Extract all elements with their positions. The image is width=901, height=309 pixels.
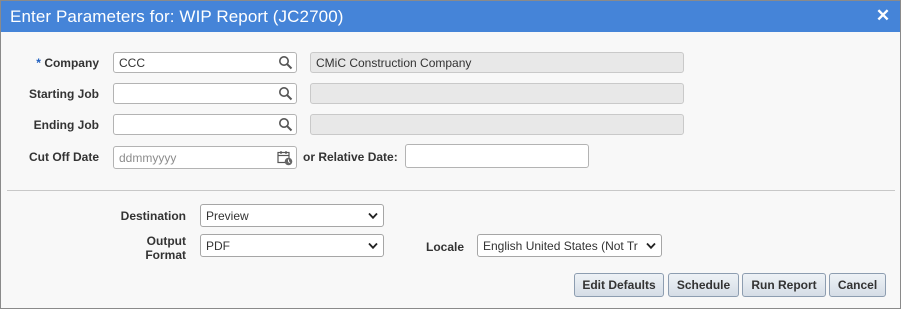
relative-date-label: or Relative Date:: [303, 150, 398, 164]
section-divider: [7, 190, 895, 191]
dialog-title: Enter Parameters for: WIP Report (JC2700…: [10, 7, 344, 26]
output-format-label: Output Format: [101, 234, 186, 262]
destination-select[interactable]: Preview: [200, 204, 384, 227]
chevron-down-icon: [368, 242, 378, 250]
company-label-text: Company: [44, 56, 99, 70]
chevron-down-icon: [368, 212, 378, 220]
parameters-dialog: Enter Parameters for: WIP Report (JC2700…: [0, 0, 901, 309]
company-description-text: CMiC Construction Company: [316, 56, 472, 70]
output-format-label-line1: Output: [146, 234, 186, 248]
company-value: CCC: [119, 56, 145, 70]
ending-job-input[interactable]: [113, 114, 297, 135]
company-description: CMiC Construction Company: [310, 52, 684, 73]
calendar-icon[interactable]: [277, 150, 293, 166]
destination-label: Destination: [120, 209, 186, 223]
company-label: * Company: [21, 56, 99, 70]
locale-selected: English United States (Not Tr: [483, 239, 638, 253]
ending-job-label: Ending Job: [33, 118, 99, 132]
schedule-button[interactable]: Schedule: [668, 273, 739, 297]
starting-job-label: Starting Job: [28, 87, 99, 101]
locale-label: Locale: [426, 240, 465, 254]
output-format-select[interactable]: PDF: [200, 234, 384, 257]
locale-select[interactable]: English United States (Not Tr: [477, 234, 662, 257]
required-asterisk: *: [36, 56, 41, 70]
close-icon[interactable]: ✕: [875, 7, 891, 25]
search-icon[interactable]: [278, 55, 293, 70]
output-format-label-line2: Format: [145, 248, 186, 262]
company-input[interactable]: CCC: [113, 52, 297, 73]
cut-off-date-label: Cut Off Date: [29, 150, 99, 164]
search-icon[interactable]: [278, 86, 293, 101]
edit-defaults-button[interactable]: Edit Defaults: [574, 273, 664, 297]
chevron-down-icon: [646, 242, 656, 250]
dialog-titlebar[interactable]: Enter Parameters for: WIP Report (JC2700…: [1, 1, 900, 32]
search-icon[interactable]: [278, 117, 293, 132]
destination-selected: Preview: [206, 209, 249, 223]
run-report-button[interactable]: Run Report: [742, 273, 826, 297]
cancel-button[interactable]: Cancel: [829, 273, 886, 297]
cut-off-date-placeholder: ddmmyyyy: [119, 151, 177, 165]
cut-off-date-input[interactable]: ddmmyyyy: [113, 146, 297, 169]
starting-job-input[interactable]: [113, 83, 297, 104]
relative-date-input[interactable]: [405, 144, 589, 168]
starting-job-description: [310, 83, 684, 104]
output-format-selected: PDF: [206, 239, 230, 253]
ending-job-description: [310, 114, 684, 135]
